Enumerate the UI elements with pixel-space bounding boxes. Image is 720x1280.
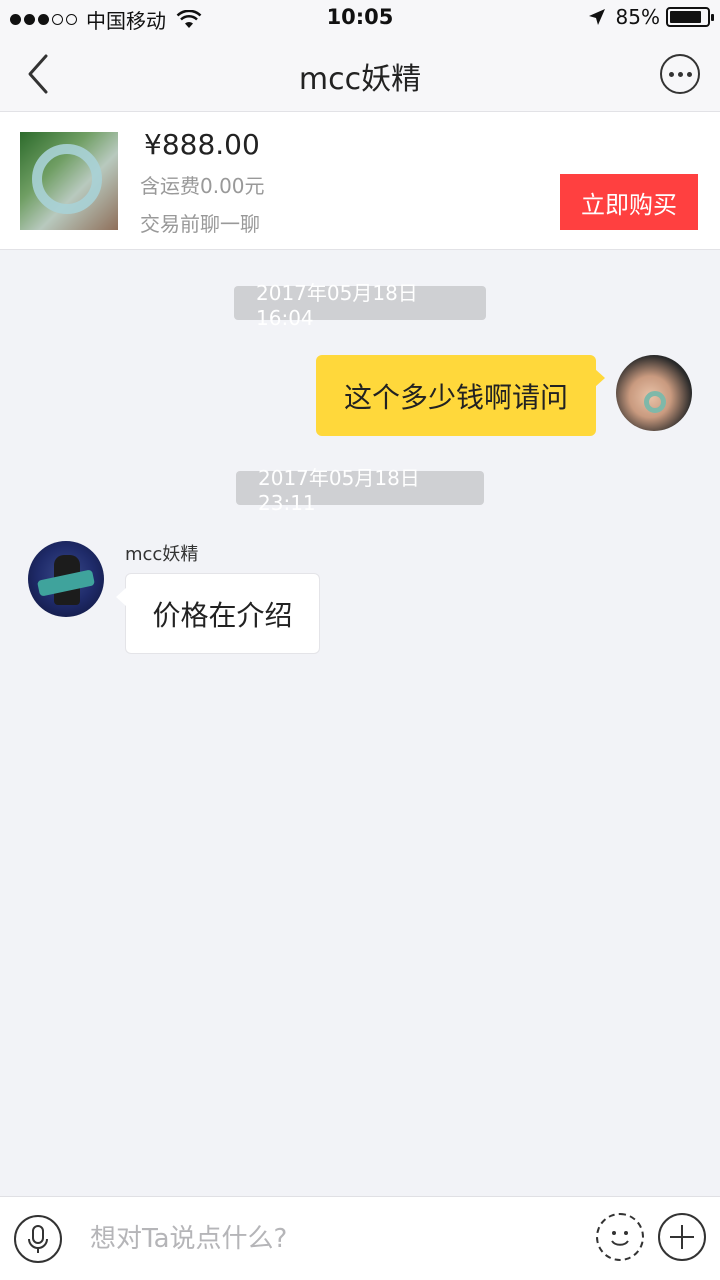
more-icon-dot bbox=[686, 71, 692, 77]
avatar-self[interactable] bbox=[616, 355, 692, 431]
message-bubble-self[interactable]: 这个多少钱啊请问 bbox=[316, 355, 605, 436]
bangle-image bbox=[32, 144, 102, 214]
input-bar: 想对Ta说点什么? bbox=[0, 1196, 720, 1280]
location-arrow-icon bbox=[588, 8, 606, 26]
emoji-button[interactable] bbox=[596, 1213, 644, 1261]
battery-percent: 85% bbox=[615, 5, 660, 29]
more-options-button[interactable] bbox=[660, 54, 700, 94]
battery-icon bbox=[666, 7, 714, 27]
avatar-other[interactable] bbox=[28, 541, 104, 617]
status-bar: 中国移动 10:05 85% bbox=[0, 0, 720, 36]
status-right: 85% bbox=[588, 5, 714, 29]
emoji-icon bbox=[611, 1231, 629, 1246]
message-timestamp: 2017年05月18日 16:04 bbox=[234, 281, 486, 330]
product-price: ¥888.00 bbox=[144, 128, 260, 161]
page-title: mcc妖精 bbox=[298, 62, 422, 97]
chat-screen: 中国移动 10:05 85% mcc妖精 ¥888.00 含运费0.00元 交易… bbox=[0, 0, 720, 1280]
navigation-bar: mcc妖精 bbox=[0, 36, 720, 112]
message-timestamp: 2017年05月18日 23:11 bbox=[236, 466, 484, 515]
message-input[interactable]: 想对Ta说点什么? bbox=[90, 1219, 570, 1259]
product-card[interactable]: ¥888.00 含运费0.00元 交易前聊一聊 立即购买 bbox=[0, 112, 720, 250]
buy-now-button[interactable]: 立即购买 bbox=[560, 174, 698, 230]
avatar-ring-detail bbox=[644, 391, 666, 413]
microphone-icon bbox=[28, 1225, 48, 1253]
plus-icon bbox=[670, 1225, 694, 1249]
plus-button[interactable] bbox=[658, 1213, 706, 1261]
product-shipping: 含运费0.00元 bbox=[140, 174, 265, 198]
more-icon-dot bbox=[668, 71, 674, 77]
message-bubble-other[interactable]: 价格在介绍 bbox=[116, 573, 320, 654]
battery-level-fill bbox=[670, 11, 701, 23]
product-thumbnail[interactable] bbox=[20, 132, 118, 230]
product-note: 交易前聊一聊 bbox=[140, 212, 260, 236]
microphone-button[interactable] bbox=[14, 1215, 62, 1263]
sender-name: mcc妖精 bbox=[125, 544, 199, 565]
more-icon-dot bbox=[677, 71, 683, 77]
